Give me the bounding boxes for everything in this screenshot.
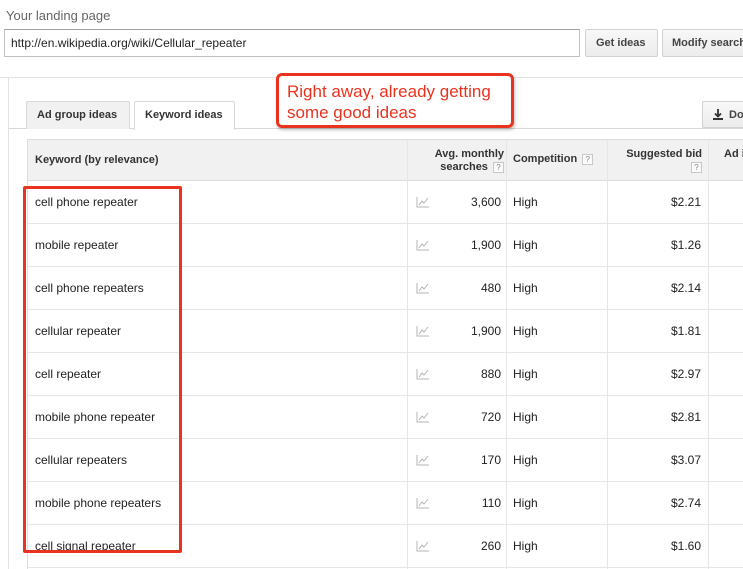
competition-cell: High bbox=[513, 367, 538, 381]
left-divider bbox=[8, 78, 9, 569]
header-competition[interactable]: Competition ? bbox=[513, 153, 594, 165]
searches-cell: 110 bbox=[481, 496, 501, 510]
competition-cell: High bbox=[513, 195, 538, 209]
suggested-bid-cell: $1.26 bbox=[670, 238, 701, 252]
competition-cell: High bbox=[513, 238, 538, 252]
tab-ad-group-ideas[interactable]: Ad group ideas bbox=[26, 101, 130, 129]
annotation-callout: Right away, already getting some good id… bbox=[276, 73, 514, 128]
download-arrow-icon bbox=[713, 109, 723, 121]
tab-keyword-ideas[interactable]: Keyword ideas bbox=[134, 101, 235, 130]
help-icon[interactable]: ? bbox=[493, 161, 504, 173]
suggested-bid-cell: $2.97 bbox=[670, 367, 701, 381]
searches-cell: 880 bbox=[480, 367, 501, 381]
searches-cell: 480 bbox=[480, 281, 501, 295]
searches-cell: 3,600 bbox=[470, 195, 501, 209]
landing-page-label: Your landing page bbox=[6, 8, 111, 23]
header-competition-label: Competition bbox=[513, 153, 578, 165]
competition-cell: High bbox=[513, 496, 538, 510]
download-label: Download bbox=[729, 108, 743, 121]
trend-chart-icon[interactable] bbox=[416, 368, 430, 380]
landing-page-url-input[interactable] bbox=[4, 29, 580, 57]
trend-chart-icon[interactable] bbox=[416, 497, 430, 509]
trend-chart-icon[interactable] bbox=[416, 282, 430, 294]
help-icon[interactable]: ? bbox=[582, 153, 594, 165]
download-button[interactable]: Download bbox=[702, 101, 743, 128]
competition-cell: High bbox=[513, 324, 538, 338]
suggested-bid-cell: $2.21 bbox=[670, 195, 701, 209]
suggested-bid-cell: $3.07 bbox=[670, 453, 701, 467]
competition-cell: High bbox=[513, 453, 538, 467]
table-header: Keyword (by relevance) Avg. monthly sear… bbox=[28, 140, 743, 181]
competition-cell: High bbox=[513, 539, 538, 553]
suggested-bid-cell: $2.14 bbox=[670, 281, 701, 295]
trend-chart-icon[interactable] bbox=[416, 411, 430, 423]
suggested-bid-cell: $1.81 bbox=[670, 324, 701, 338]
trend-chart-icon[interactable] bbox=[416, 325, 430, 337]
trend-chart-icon[interactable] bbox=[416, 454, 430, 466]
trend-chart-icon[interactable] bbox=[416, 196, 430, 208]
suggested-bid-cell: $2.74 bbox=[670, 496, 701, 510]
header-keyword[interactable]: Keyword (by relevance) bbox=[35, 154, 159, 166]
annotation-line1: Right away, already getting bbox=[287, 82, 491, 101]
header-avg-line2: searches bbox=[440, 161, 488, 173]
header-avg-monthly-searches[interactable]: Avg. monthly searches ? bbox=[408, 148, 504, 174]
header-bid-label: Suggested bid bbox=[626, 148, 702, 160]
searches-cell: 720 bbox=[480, 410, 501, 424]
trend-chart-icon[interactable] bbox=[416, 540, 430, 552]
modify-search-button[interactable]: Modify search bbox=[662, 29, 743, 57]
annotation-text: Right away, already getting some good id… bbox=[287, 81, 491, 123]
header-ad-impression-share[interactable]: Ad i bbox=[724, 148, 743, 160]
keyword-highlight-box bbox=[23, 186, 182, 553]
competition-cell: High bbox=[513, 410, 538, 424]
trend-chart-icon[interactable] bbox=[416, 239, 430, 251]
help-icon[interactable]: ? bbox=[691, 161, 702, 173]
searches-cell: 1,900 bbox=[470, 324, 501, 338]
suggested-bid-cell: $2.81 bbox=[670, 410, 701, 424]
get-ideas-button[interactable]: Get ideas bbox=[585, 29, 658, 57]
suggested-bid-cell: $1.60 bbox=[670, 539, 701, 553]
header-avg-line1: Avg. monthly bbox=[434, 148, 504, 160]
searches-cell: 170 bbox=[480, 453, 501, 467]
competition-cell: High bbox=[513, 281, 538, 295]
header-suggested-bid[interactable]: Suggested bid ? bbox=[608, 148, 702, 174]
searches-cell: 1,900 bbox=[470, 238, 501, 252]
searches-cell: 260 bbox=[480, 539, 501, 553]
annotation-line2: some good ideas bbox=[287, 103, 417, 122]
